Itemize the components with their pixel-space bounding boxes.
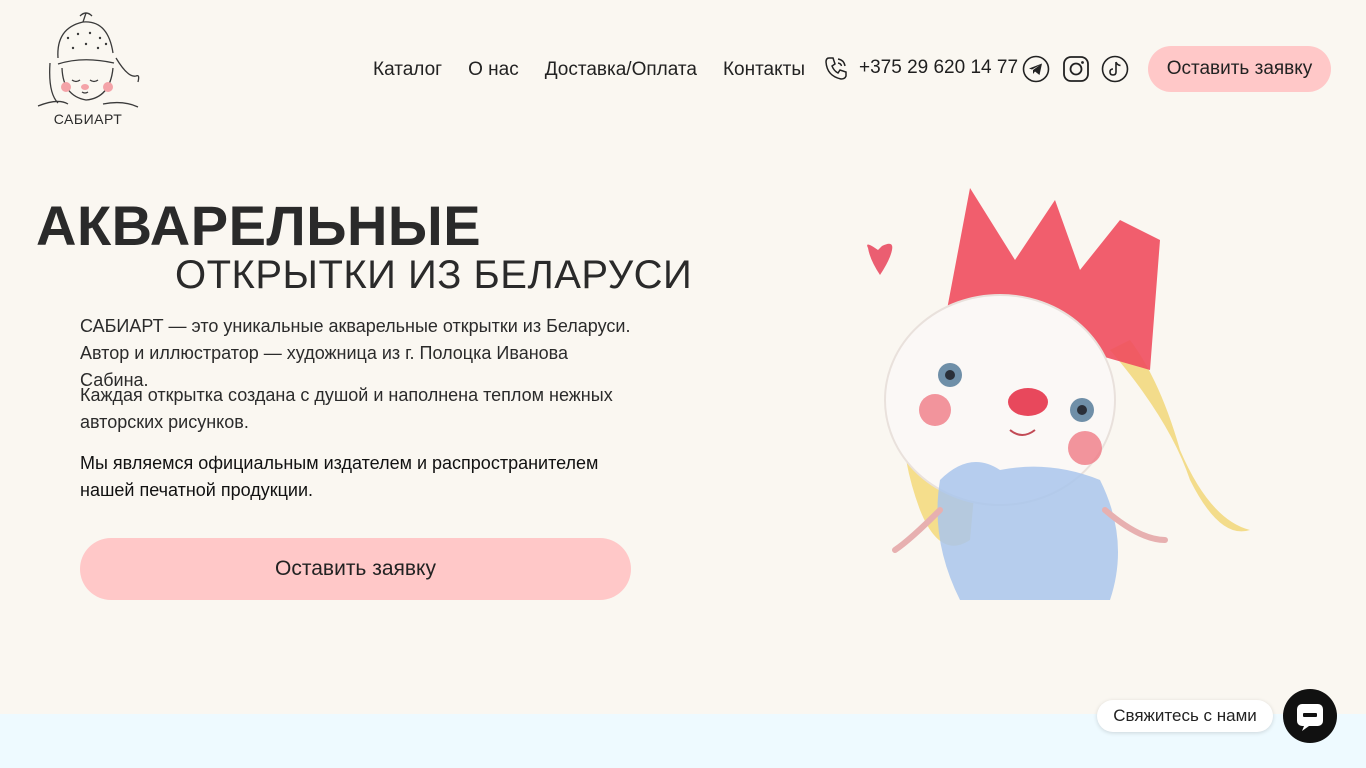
tiktok-link[interactable] <box>1101 55 1129 83</box>
brand-logo[interactable]: САБИАРТ <box>28 8 148 130</box>
telegram-icon <box>1022 55 1050 83</box>
hero-paragraph-3: Мы являемся официальным издателем и расп… <box>80 453 599 500</box>
site-header: САБИАРТ Каталог О нас Доставка/Оплата Ко… <box>0 0 1366 140</box>
chat-icon <box>1297 704 1323 731</box>
nav-contacts[interactable]: Контакты <box>723 59 805 81</box>
header-request-button[interactable]: Оставить заявку <box>1148 46 1331 92</box>
phone-number: +375 29 620 14 77 <box>859 57 1019 78</box>
main-nav: Каталог О нас Доставка/Оплата Контакты <box>373 57 831 83</box>
logo-wordmark: САБИАРТ <box>53 111 123 127</box>
princess-illustration-icon <box>867 188 1250 600</box>
instagram-link[interactable] <box>1062 55 1090 83</box>
hero-request-button[interactable]: Оставить заявку <box>80 538 631 600</box>
telegram-link[interactable] <box>1022 55 1050 83</box>
nav-catalog[interactable]: Каталог <box>373 59 442 81</box>
watercolor-illustration <box>850 180 1270 610</box>
contact-us-label[interactable]: Свяжитесь с нами <box>1097 700 1273 732</box>
girl-logo-icon <box>37 12 140 108</box>
phone-link[interactable]: +375 29 620 14 77 <box>823 55 1018 81</box>
hero-title-line2: ОТКРЫТКИ ИЗ БЕЛАРУСИ <box>175 253 693 297</box>
hero-title-line1: АКВАРЕЛЬНЫЕ <box>36 194 482 257</box>
tiktok-icon <box>1101 55 1129 83</box>
phone-icon <box>825 57 847 80</box>
hero-paragraph-2: Каждая открытка создана с душой и наполн… <box>80 385 613 432</box>
chat-widget-button[interactable] <box>1283 689 1337 743</box>
instagram-icon <box>1063 56 1089 82</box>
nav-about[interactable]: О нас <box>468 59 519 81</box>
nav-delivery-payment[interactable]: Доставка/Оплата <box>545 59 697 81</box>
